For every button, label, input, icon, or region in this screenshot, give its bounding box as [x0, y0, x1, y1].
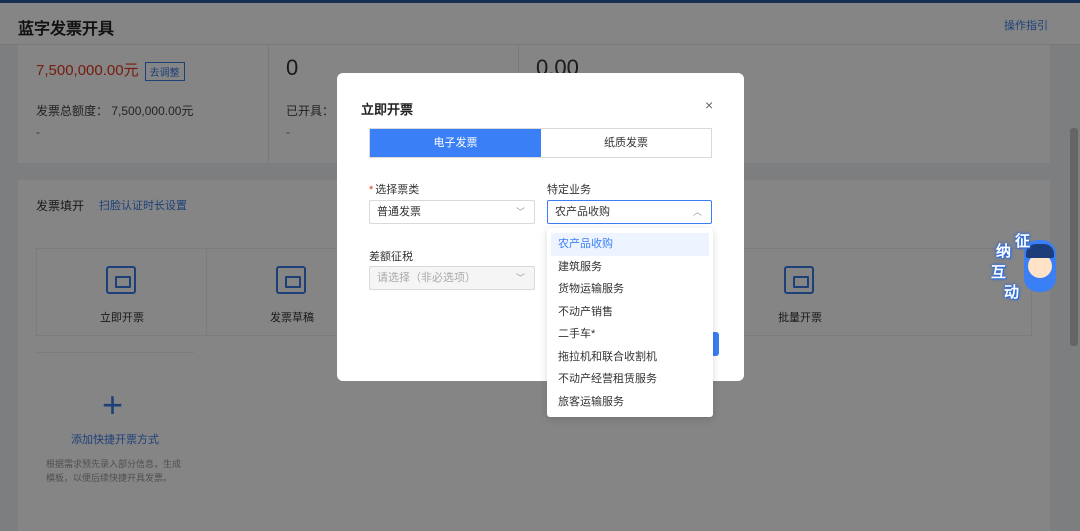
special-business-dropdown: 农产品收购 建筑服务 货物运输服务 不动产销售 二手车* 拖拉机和联合收割机 不… [547, 228, 713, 417]
invoice-tabs: 电子发票 纸质发票 [369, 128, 712, 158]
badge-char: 纳 [996, 243, 1012, 260]
close-icon[interactable]: × [705, 97, 713, 113]
badge-char: 互 [991, 264, 1007, 281]
badge-char: 动 [1004, 284, 1020, 301]
diff-tax-placeholder: 请选择（非必选项） [377, 272, 476, 284]
required-mark: * [369, 184, 374, 196]
chevron-down-icon: ﹀ [515, 207, 525, 217]
modal-title: 立即开票 [361, 102, 414, 117]
badge-char: 征 [1015, 233, 1031, 250]
dropdown-option[interactable]: 不动产销售 [547, 301, 713, 324]
dropdown-option[interactable]: 旅客运输服务 [547, 391, 713, 414]
invoice-type-select[interactable]: 普通发票 ﹀ [369, 200, 535, 224]
dropdown-option[interactable]: 拖拉机和联合收割机 [547, 346, 713, 369]
dropdown-option[interactable]: 二手车* [547, 323, 713, 346]
invoice-type-label: * 选择票类 [369, 184, 420, 196]
dropdown-option[interactable]: 不动产经营租赁服务 [547, 368, 713, 391]
special-business-label: 特定业务 [547, 184, 591, 196]
invoice-type-value: 普通发票 [377, 206, 421, 218]
dropdown-option[interactable]: 农产品收购 [551, 233, 709, 256]
dropdown-option[interactable]: 建筑服务 [547, 256, 713, 279]
tab-electronic[interactable]: 电子发票 [370, 129, 541, 157]
confirm-button[interactable] [712, 332, 719, 356]
diff-tax-select[interactable]: 请选择（非必选项） ﹀ [369, 266, 535, 290]
tax-interaction-badge[interactable]: 征 纳 互 动 [988, 230, 1070, 302]
special-business-select[interactable]: 农产品收购 ︿ [547, 200, 712, 224]
tab-paper[interactable]: 纸质发票 [541, 129, 711, 157]
chevron-up-icon: ︿ [692, 207, 702, 217]
chevron-down-icon: ﹀ [515, 273, 525, 283]
special-business-value: 农产品收购 [555, 206, 610, 218]
diff-tax-label: 差额征税 [369, 251, 413, 263]
dropdown-option[interactable]: 货物运输服务 [547, 278, 713, 301]
